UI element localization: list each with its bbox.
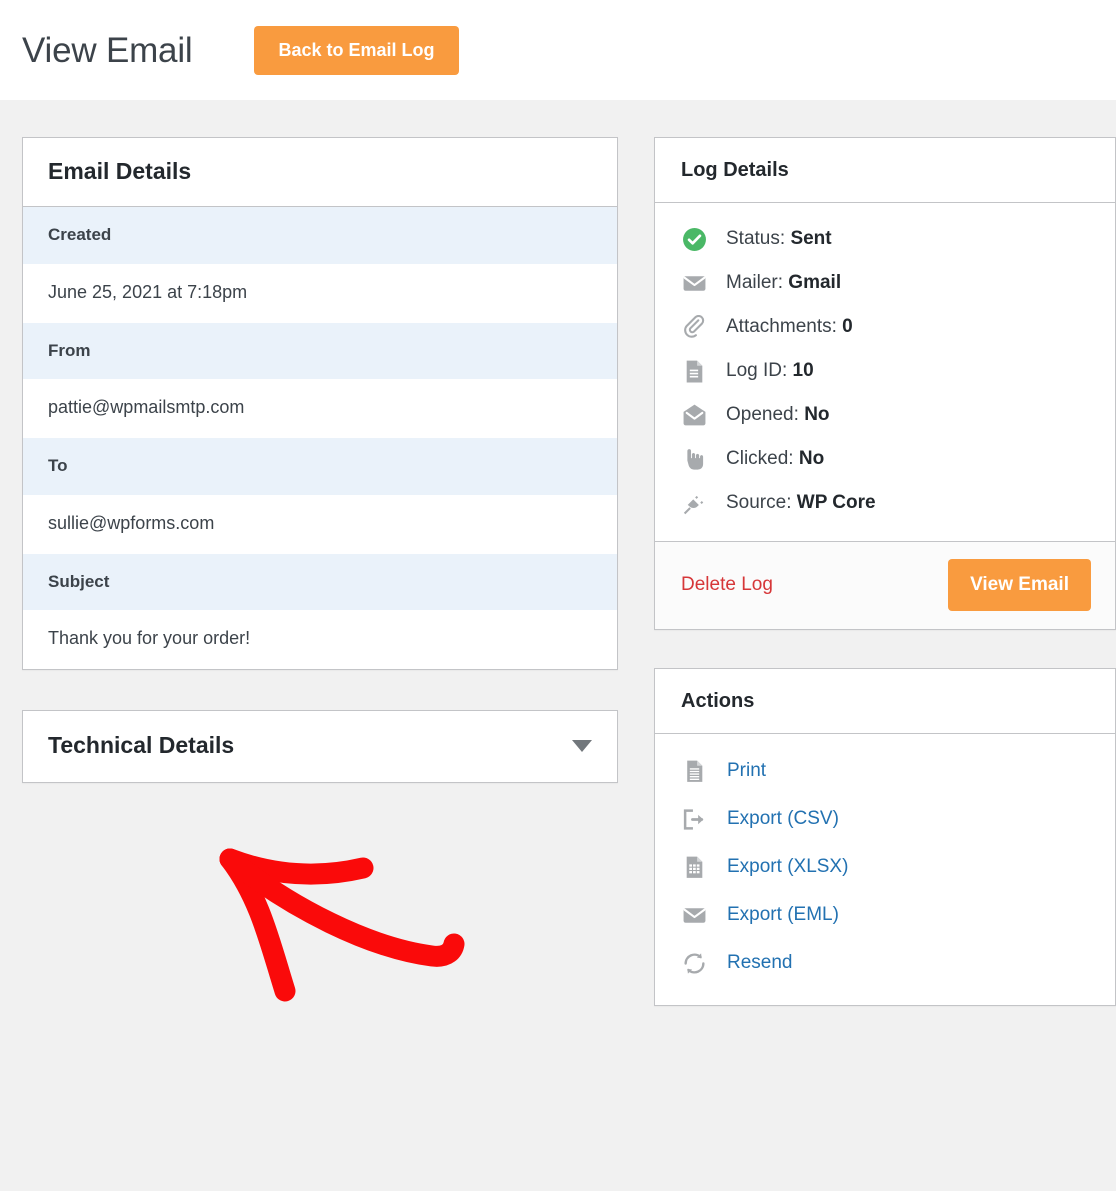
log-item-status-label: Status: [726,227,786,249]
right-column: Log Details Status: Sent Mailer: Gmail A… [654,137,1116,1006]
log-details-title: Log Details [655,138,1115,203]
log-item-opened: Opened: No [655,393,1115,437]
technical-details-toggle[interactable]: Technical Details [22,710,618,783]
email-detail-value-subject: Thank you for your order! [23,610,617,670]
log-item-status-text: Status: Sent [726,227,832,250]
log-item-attachments-text: Attachments: 0 [726,315,853,338]
paperclip-icon [681,314,707,340]
log-item-clicked-text: Clicked: No [726,447,825,470]
actions-card: Actions Print Export (CSV) Export (XLSX)… [654,668,1116,1006]
export-xlsx-icon [681,854,707,880]
email-details-card: Email Details Created June 25, 2021 at 7… [22,137,618,671]
log-item-clicked: Clicked: No [655,437,1115,481]
log-item-attachments-value: 0 [842,315,853,337]
email-detail-label-subject: Subject [23,553,617,611]
plug-icon [681,490,707,516]
back-to-email-log-button[interactable]: Back to Email Log [254,25,459,75]
check-circle-icon [681,226,707,252]
email-detail-label-created: Created [23,207,617,264]
log-details-footer: Delete Log View Email [655,541,1115,629]
log-item-source: Source: WP Core [655,481,1115,525]
action-resend[interactable]: Resend [655,939,1115,987]
log-item-mailer-value: Gmail [788,271,842,293]
page-title: View Email [22,30,193,70]
log-item-mailer-text: Mailer: Gmail [726,271,842,294]
log-item-attachments: Attachments: 0 [655,305,1115,349]
actions-list: Print Export (CSV) Export (XLSX) Export … [655,734,1115,1005]
log-item-log-id-value: 10 [792,359,814,381]
action-export-xlsx[interactable]: Export (XLSX) [655,843,1115,891]
export-eml-icon [681,902,707,928]
log-item-mailer-label: Mailer: [726,271,784,293]
email-detail-label-from: From [23,322,617,380]
chevron-down-icon[interactable] [572,739,592,752]
action-resend-label: Resend [727,951,793,973]
log-details-list: Status: Sent Mailer: Gmail Attachments: … [655,203,1115,541]
log-item-opened-value: No [804,403,830,425]
log-item-opened-label: Opened: [726,403,799,425]
action-export-eml[interactable]: Export (EML) [655,891,1115,939]
log-item-clicked-value: No [798,447,825,469]
email-detail-value-to: sullie@wpforms.com [23,494,617,554]
log-item-mailer: Mailer: Gmail [655,261,1115,305]
actions-title: Actions [655,669,1115,734]
log-item-attachments-label: Attachments: [726,315,837,337]
envelope-closed-icon [681,270,707,296]
action-print[interactable]: Print [655,747,1115,795]
main-content: Email Details Created June 25, 2021 at 7… [0,100,1116,1006]
log-item-log-id: Log ID: 10 [655,349,1115,393]
log-details-card: Log Details Status: Sent Mailer: Gmail A… [654,137,1116,630]
log-item-log-id-label: Log ID: [726,359,788,381]
print-icon [681,758,707,784]
email-detail-value-from: pattie@wpmailsmtp.com [23,379,617,439]
view-email-button[interactable]: View Email [948,559,1091,611]
log-item-source-label: Source: [726,491,792,513]
log-item-source-value: WP Core [796,491,876,513]
page-header: View Email Back to Email Log [0,0,1116,100]
email-details-title: Email Details [23,138,617,208]
envelope-open-icon [681,402,707,428]
resend-icon [681,950,707,976]
log-item-clicked-label: Clicked: [726,447,794,469]
left-column: Email Details Created June 25, 2021 at 7… [22,137,618,783]
action-export-csv-label: Export (CSV) [727,807,839,829]
log-item-opened-text: Opened: No [726,403,830,426]
log-item-status-value: Sent [790,227,832,249]
action-export-xlsx-label: Export (XLSX) [727,855,849,877]
technical-details-title: Technical Details [48,732,235,759]
action-export-csv[interactable]: Export (CSV) [655,795,1115,843]
pointing-hand-icon [681,446,707,472]
email-detail-value-created: June 25, 2021 at 7:18pm [23,263,617,323]
log-item-status: Status: Sent [655,217,1115,261]
action-export-eml-label: Export (EML) [727,903,839,925]
log-item-source-text: Source: WP Core [726,491,876,514]
log-item-log-id-text: Log ID: 10 [726,359,814,382]
email-detail-label-to: To [23,438,617,495]
delete-log-link[interactable]: Delete Log [681,574,773,596]
export-csv-icon [681,806,707,832]
action-print-label: Print [727,759,767,781]
document-icon [681,358,707,384]
